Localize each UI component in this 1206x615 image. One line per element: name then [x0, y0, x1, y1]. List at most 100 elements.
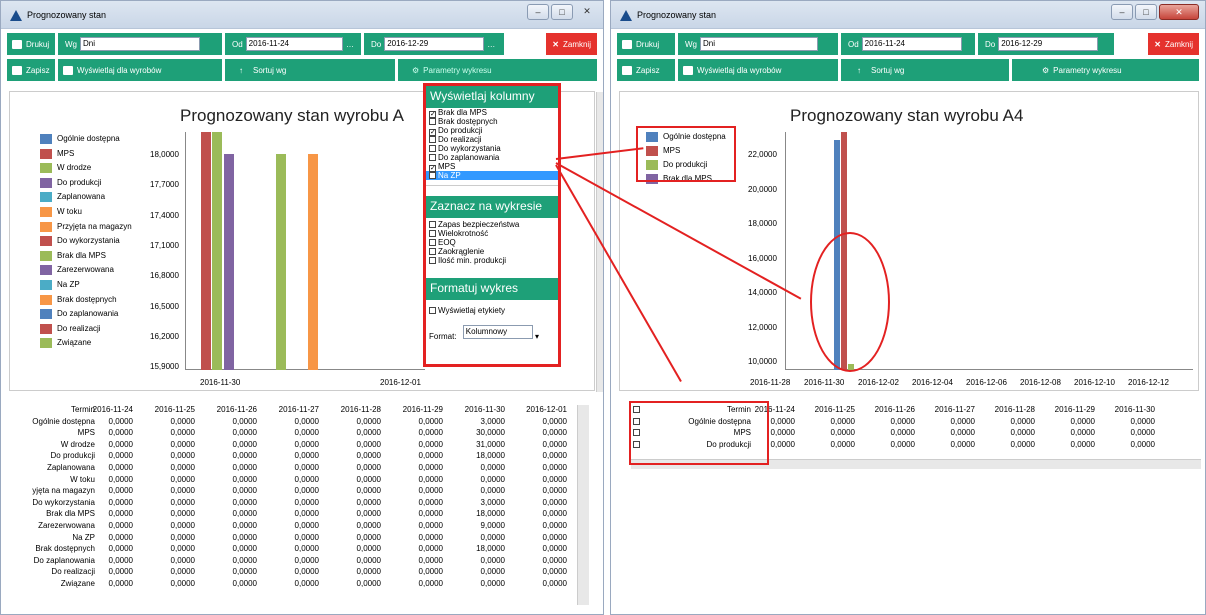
save-icon [12, 65, 22, 75]
do-label: Do [371, 39, 382, 49]
zamknij-button[interactable]: ✕ Zamknij [546, 33, 597, 55]
cell-value: 0,0000 [1070, 439, 1095, 449]
wg-select[interactable]: Dni [700, 37, 818, 51]
zamknij-button[interactable]: ✕ Zamknij [1148, 33, 1199, 55]
legend-item: Zaplanowana [40, 192, 105, 203]
column-option[interactable]: ✓ MPS [426, 162, 558, 172]
wg-select[interactable]: Dni [80, 37, 200, 51]
title-bar[interactable]: Prognozowany stan – □ ✕ [1, 1, 603, 29]
columns-list: ✓ Brak dla MPS Brak dostępnych ✓ Do produkcj… [426, 108, 558, 186]
maximize-button[interactable]: □ [1135, 4, 1157, 20]
cell-value: 0,0000 [1130, 439, 1155, 449]
column-option[interactable]: ✓ Do produkcji [426, 126, 558, 136]
mark-option-label: Zaokrąglenie [438, 247, 485, 256]
sort-button[interactable]: ↑ Sortuj wg [841, 59, 1009, 81]
format-select[interactable]: Kolumnowy [462, 325, 533, 339]
mark-option[interactable]: Zapas bezpieczeństwa [426, 220, 558, 229]
column-date: 2016-11-29 [1054, 405, 1095, 414]
show-for-products-button[interactable]: Wyświetlaj dla wyrobów [58, 59, 222, 81]
mark-option[interactable]: Zaokrąglenie [426, 247, 558, 256]
legend-item: Na ZP [40, 280, 80, 290]
legend-label: W drodze [57, 163, 92, 173]
mark-option[interactable]: EOQ [426, 238, 558, 247]
cell-value: 0,0000 [108, 567, 133, 577]
cell-value: 0,0000 [232, 567, 257, 577]
cell-value: 0,0000 [418, 474, 443, 484]
do-more-icon[interactable]: … [487, 40, 495, 49]
cell-value: 0,0000 [542, 428, 567, 438]
cell-value: 0,0000 [232, 521, 257, 530]
legend-item: MPS [40, 148, 74, 159]
close-window-button[interactable]: ✕ [1159, 4, 1199, 20]
cell-value: 0,0000 [542, 451, 567, 461]
chevron-down-icon[interactable]: ▾ [535, 332, 539, 341]
checkbox-icon [429, 248, 436, 255]
mark-option-label: Wielokrotność [438, 229, 489, 238]
cell-value: 0,0000 [294, 416, 319, 426]
cell-value: 0,0000 [542, 439, 567, 449]
mark-option-label: EOQ [438, 238, 456, 247]
column-option[interactable]: Do wykorzystania [426, 144, 558, 153]
sort-button[interactable]: ↑ Sortuj wg [225, 59, 395, 81]
show-labels-checkbox[interactable]: Wyświetlaj etykiety [426, 306, 558, 315]
od-date-field[interactable]: 2016-11-24 [861, 37, 962, 51]
highlight-box [629, 401, 769, 465]
minimize-button[interactable]: – [527, 4, 549, 20]
cell-value: 0,0000 [1070, 416, 1095, 426]
legend-label: Brak dostępnych [57, 294, 117, 304]
y-tick: 18,0000 [748, 219, 777, 228]
y-tick: 20,0000 [748, 184, 777, 194]
close-window-button[interactable]: ✕ [575, 4, 599, 20]
chart-params-button[interactable]: ⚙ Parametry wykresu [398, 59, 597, 81]
cell-value: 18,0000 [476, 509, 505, 519]
mark-option[interactable]: Wielokrotność [426, 229, 558, 238]
column-date: 2016-11-25 [814, 405, 855, 414]
x-tick: 2016-12-04 [912, 378, 953, 387]
table-scrollbar[interactable] [577, 405, 589, 605]
column-date: 2016-11-28 [994, 405, 1035, 414]
cell-value: 0,0000 [356, 486, 381, 496]
od-date-field[interactable]: 2016-11-24 [245, 37, 343, 51]
cell-value: 0,0000 [170, 463, 195, 472]
gear-icon: ⚙ [1042, 65, 1050, 75]
cell-value: 0,0000 [418, 567, 443, 577]
column-option[interactable]: Do realizacji [426, 135, 558, 144]
od-more-icon[interactable]: … [346, 40, 354, 49]
wg-label: Wg [685, 39, 697, 49]
cell-value: 0,0000 [356, 497, 381, 507]
cell-value: 0,0000 [108, 497, 133, 507]
legend-label: W toku [57, 207, 82, 217]
minimize-button[interactable]: – [1111, 4, 1133, 20]
window-title: Prognozowany stan [637, 10, 717, 20]
cell-value: 0,0000 [108, 428, 133, 438]
save-button[interactable]: Zapisz [7, 59, 55, 81]
maximize-button[interactable]: □ [551, 4, 573, 20]
column-option[interactable]: Na ZP [426, 171, 558, 180]
cell-value: 0,0000 [418, 555, 443, 565]
print-button[interactable]: Drukuj [617, 33, 675, 55]
cell-value: 0,0000 [418, 428, 443, 438]
y-tick: 16,2000 [150, 331, 179, 341]
show-for-products-button[interactable]: Wyświetlaj dla wyrobów [678, 59, 838, 81]
column-option[interactable]: Do zaplanowania [426, 153, 558, 162]
column-option[interactable]: Brak dostępnych [426, 117, 558, 126]
x-tick: 2016-11-28 [750, 378, 791, 387]
cell-value: 0,0000 [232, 463, 257, 472]
do-label: Do [985, 39, 996, 49]
column-option[interactable]: ✓ Brak dla MPS [426, 108, 558, 118]
cell-value: 3,0000 [480, 416, 505, 426]
cell-value: 0,0000 [108, 544, 133, 554]
print-label: Drukuj [636, 39, 660, 49]
column-date: 2016-11-26 [216, 405, 257, 414]
do-date-field[interactable]: 2016-12-29 [998, 37, 1099, 51]
save-button[interactable]: Zapisz [617, 59, 675, 81]
mark-option[interactable]: Ilość min. produkcji [426, 256, 558, 265]
sort-label: Sortuj wg [253, 65, 287, 75]
print-button[interactable]: Drukuj [7, 33, 55, 55]
title-bar[interactable]: Prognozowany stan – □ ✕ [611, 1, 1205, 29]
cell-value: 0,0000 [232, 544, 257, 554]
do-date-field[interactable]: 2016-12-29 [384, 37, 485, 51]
cell-value: 0,0000 [830, 428, 855, 438]
chart-params-button[interactable]: ⚙ Parametry wykresu [1012, 59, 1199, 81]
print-label: Drukuj [26, 39, 50, 49]
